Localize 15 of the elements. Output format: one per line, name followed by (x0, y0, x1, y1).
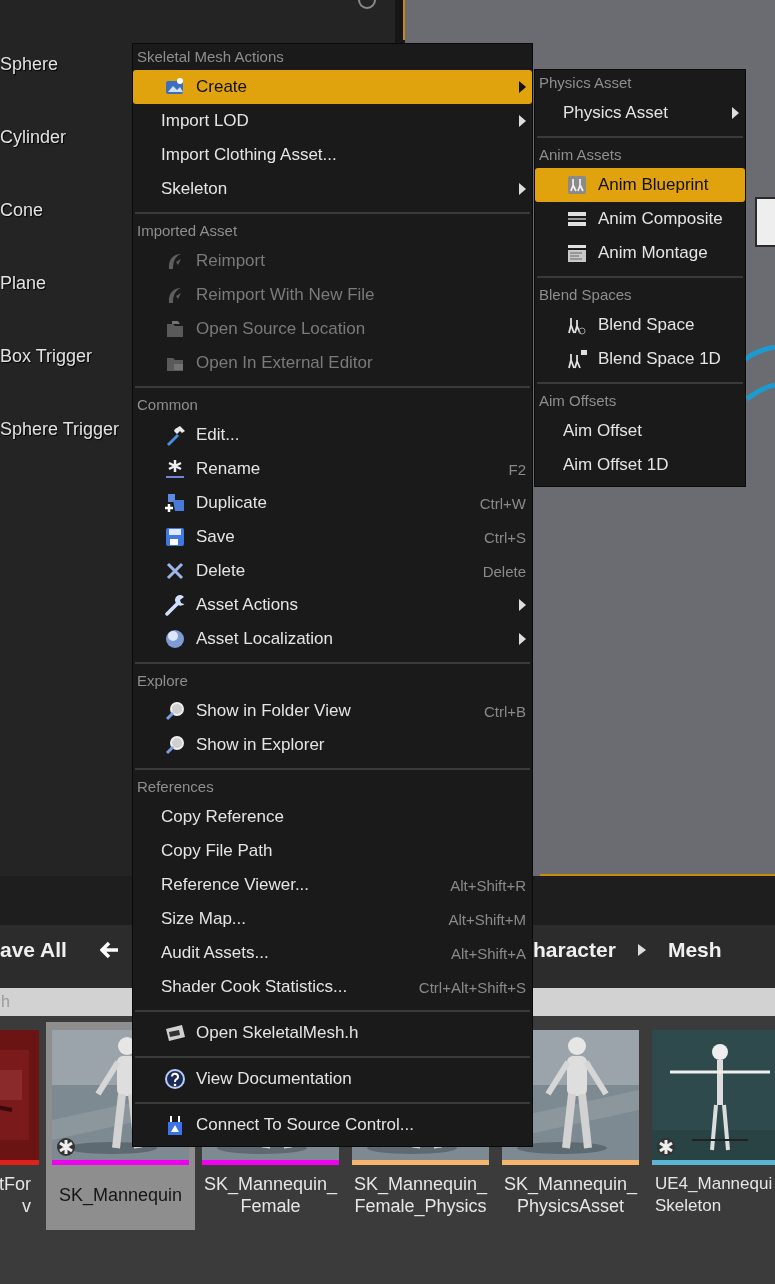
asset-name: UE4_Mannequi Skeleton (654, 1173, 774, 1217)
section-header: Physics Asset (538, 73, 633, 93)
section-header: Explore (136, 671, 189, 691)
section-header: Aim Offsets (538, 391, 618, 411)
asset-name: tFor v (0, 1173, 32, 1217)
asset-name: SK_Mannequin (57, 1184, 184, 1206)
section-header: Skeletal Mesh Actions (136, 47, 285, 67)
section-header: Common (136, 395, 199, 415)
section-header: Blend Spaces (538, 285, 633, 305)
asset-name: SK_Mannequin_ Female_Physics (352, 1173, 489, 1217)
section-header: References (136, 777, 215, 797)
section-header: Anim Assets (538, 145, 623, 165)
asset-name: SK_Mannequin_ PhysicsAsset (502, 1173, 639, 1217)
section-header: Imported Asset (136, 221, 239, 241)
asset-name: SK_Mannequin_ Female (202, 1173, 339, 1217)
